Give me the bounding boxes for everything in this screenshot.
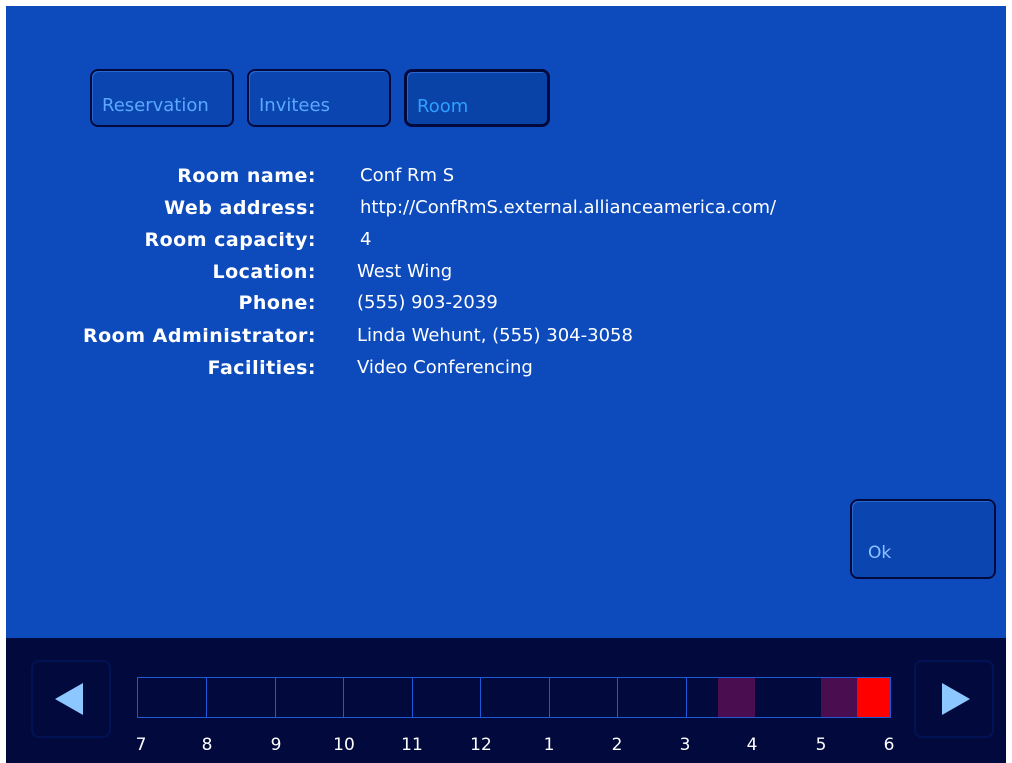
arrow-right-icon — [942, 683, 970, 715]
tab-room-label: Room — [417, 96, 469, 117]
frame-edge-top — [0, 0, 1012, 6]
web-address-value: http://ConfRmS.external.allianceamerica.… — [360, 197, 777, 218]
hour-label: 4 — [746, 735, 758, 755]
facilities-value: Video Conferencing — [357, 357, 533, 378]
timeline-slot-11[interactable] — [413, 678, 481, 717]
location-value: West Wing — [357, 261, 453, 282]
tab-invitees-label: Invitees — [259, 95, 330, 116]
timeline-slot-7[interactable] — [138, 678, 207, 717]
hour-label: 3 — [679, 735, 691, 755]
timeline-slot-12[interactable] — [481, 678, 550, 717]
room-administrator-value: Linda Wehunt, (555) 304-3058 — [357, 325, 633, 346]
tab-reservation[interactable]: Reservation — [90, 69, 234, 127]
frame-edge-left — [0, 0, 6, 763]
arrow-left-icon — [55, 683, 83, 715]
timeline-booked-block — [718, 678, 755, 717]
timeline-slot-10[interactable] — [344, 678, 413, 717]
hour-timeline[interactable] — [137, 677, 891, 718]
hour-label: 8 — [201, 735, 213, 755]
hour-label: 7 — [135, 735, 147, 755]
room-name-value: Conf Rm S — [360, 165, 455, 186]
tab-invitees[interactable]: Invitees — [247, 69, 391, 127]
info-row-location: Location: West Wing — [0, 261, 1000, 291]
timeline-slot-9[interactable] — [276, 678, 344, 717]
web-address-label: Web address: — [164, 197, 316, 219]
timeline-pointer-notch — [780, 638, 858, 668]
facilities-label: Facilities: — [207, 357, 316, 379]
info-row-web-address: Web address: http://ConfRmS.external.all… — [0, 197, 1000, 227]
hour-label: 12 — [470, 735, 492, 755]
tab-reservation-label: Reservation — [102, 95, 209, 116]
phone-value: (555) 903-2039 — [357, 292, 498, 313]
hour-label: 9 — [270, 735, 282, 755]
ok-button[interactable]: Ok — [850, 499, 996, 579]
hour-label: 5 — [815, 735, 827, 755]
info-row-room-capacity: Room capacity: 4 — [0, 229, 1000, 259]
room-capacity-label: Room capacity: — [144, 229, 316, 251]
timeline-booked-block — [821, 678, 857, 717]
info-row-room-name: Room name: Conf Rm S — [0, 165, 1000, 195]
info-row-room-administrator: Room Administrator: Linda Wehunt, (555) … — [0, 325, 1000, 355]
next-day-button[interactable] — [914, 660, 994, 738]
tab-room[interactable]: Room — [404, 69, 550, 127]
prev-day-button[interactable] — [31, 660, 111, 738]
timeline-slot-1[interactable] — [550, 678, 618, 717]
hour-label: 1 — [543, 735, 555, 755]
hour-label: 2 — [611, 735, 623, 755]
hour-label: 11 — [401, 735, 423, 755]
hour-label: 10 — [333, 735, 355, 755]
timeline-slot-2[interactable] — [618, 678, 687, 717]
room-name-label: Room name: — [177, 165, 316, 187]
ok-button-label: Ok — [868, 543, 892, 563]
room-details-screen: Reservation Invitees Room Room name: Con… — [0, 0, 1012, 763]
info-row-facilities: Facilities: Video Conferencing — [0, 357, 1000, 387]
hour-label: 6 — [883, 735, 895, 755]
location-label: Location: — [212, 261, 316, 283]
phone-label: Phone: — [238, 292, 316, 314]
info-row-phone: Phone: (555) 903-2039 — [0, 292, 1000, 322]
room-administrator-label: Room Administrator: — [83, 325, 316, 347]
timeline-slot-8[interactable] — [207, 678, 276, 717]
timeline-selected-block — [857, 678, 890, 717]
frame-edge-right — [1006, 0, 1012, 763]
room-capacity-value: 4 — [360, 229, 372, 250]
